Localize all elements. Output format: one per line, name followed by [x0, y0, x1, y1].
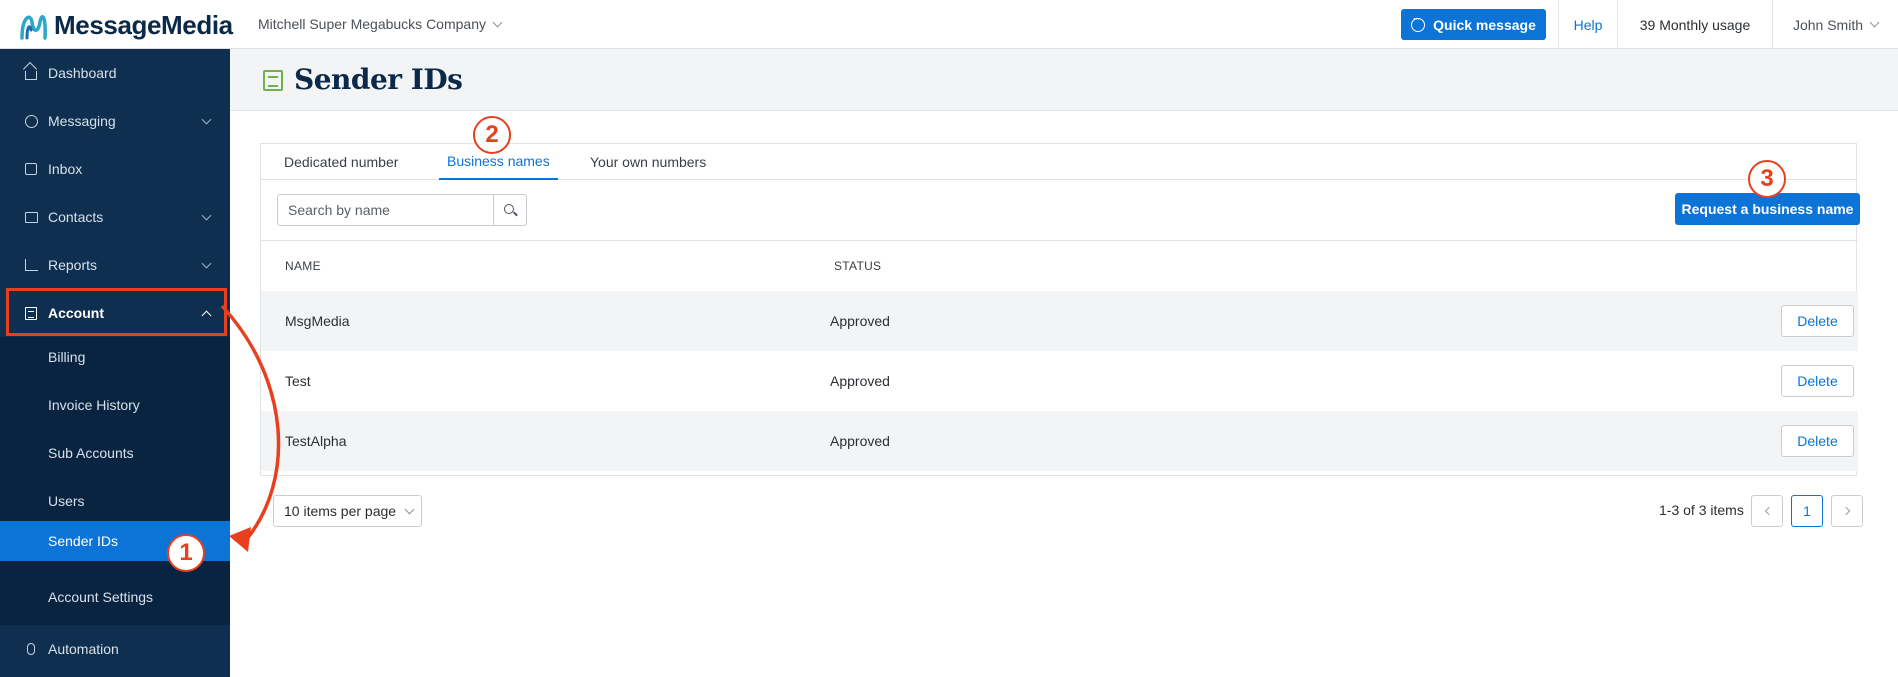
sidebar-item-messaging[interactable]: Messaging [0, 97, 230, 145]
chevron-down-icon [404, 504, 415, 514]
user-name: John Smith [1792, 16, 1864, 33]
subitem-label: Sub Accounts [48, 445, 134, 461]
annotation-step-1-badge: 1 [167, 534, 205, 572]
messagemedia-logo-icon [20, 15, 47, 40]
tab-your-own-numbers[interactable]: Your own numbers [590, 144, 706, 180]
search-button[interactable] [493, 195, 526, 225]
column-header-status[interactable]: STATUS [834, 259, 881, 273]
chat-bubble-icon [1411, 14, 1426, 32]
row-status: Approved [830, 433, 890, 449]
next-page-button[interactable] [1831, 495, 1863, 527]
sidebar-item-reports[interactable]: Reports [0, 241, 230, 289]
table-row: Test Approved Delete [261, 351, 1858, 411]
chevron-down-icon [1869, 17, 1880, 28]
search-input[interactable] [278, 195, 494, 225]
contacts-icon [24, 210, 38, 224]
sender-ids-panel: Dedicated number Business names Your own… [260, 143, 1860, 476]
items-per-page-select[interactable]: 10 items per page [273, 495, 422, 527]
column-header-name[interactable]: NAME [285, 259, 321, 273]
row-status: Approved [830, 313, 890, 329]
top-bar: MessageMedia Mitchell Super Megabucks Co… [0, 0, 1898, 49]
sidebar-subitem-users[interactable]: Users [0, 481, 230, 521]
tab-dedicated-number[interactable]: Dedicated number [284, 144, 398, 180]
chevron-down-icon [201, 114, 212, 124]
user-menu[interactable]: John Smith [1772, 0, 1898, 49]
sidebar-item-label: Messaging [48, 113, 116, 129]
brand-logo[interactable]: MessageMedia [18, 8, 233, 42]
quick-message-button[interactable]: Quick message [1401, 9, 1546, 40]
delete-button[interactable]: Delete [1781, 365, 1854, 397]
sidebar-subitem-invoice-history[interactable]: Invoice History [0, 385, 230, 425]
sidebar-item-label: Automation [48, 641, 119, 657]
sidebar-item-label: Contacts [48, 209, 104, 225]
pagination-range: 1-3 of 3 items [1659, 502, 1744, 518]
company-switcher[interactable]: Mitchell Super Megabucks Company [258, 16, 503, 32]
automation-icon [24, 642, 38, 656]
tab-label: Your own numbers [590, 154, 707, 170]
prev-page-button[interactable] [1751, 495, 1783, 527]
chat-bubble-icon [24, 114, 38, 128]
annotation-step-2-badge: 2 [473, 116, 511, 154]
sidebar-subitem-billing[interactable]: Billing [0, 337, 230, 377]
sidebar-item-contacts[interactable]: Contacts [0, 193, 230, 241]
annotation-highlight-box [6, 288, 227, 336]
list-icon [263, 70, 283, 91]
subitem-label: Billing [48, 349, 86, 365]
items-per-page-label: 10 items per page [284, 503, 397, 519]
brand-name: MessageMedia [54, 9, 233, 40]
sidebar-subitem-account-settings[interactable]: Account Settings [0, 577, 230, 617]
sidebar-item-label: Reports [48, 257, 98, 273]
sidebar-item-inbox[interactable]: Inbox [0, 145, 230, 193]
table-row: TestAlpha Approved Delete [261, 411, 1858, 471]
subitem-label: Invoice History [48, 397, 140, 413]
page-header: Sender IDs [230, 49, 1898, 111]
chevron-down-icon [492, 17, 503, 27]
subitem-label: Sender IDs [48, 533, 119, 549]
table-header: NAME STATUS [261, 240, 1858, 291]
sidebar-item-dashboard[interactable]: Dashboard [0, 49, 230, 97]
chart-icon [24, 258, 38, 272]
chevron-down-icon [201, 258, 212, 268]
subitem-label: Account Settings [48, 589, 154, 605]
home-icon [24, 66, 38, 80]
sidebar-item-label: Dashboard [48, 65, 117, 81]
chevron-left-icon [1764, 506, 1773, 516]
chevron-down-icon [201, 210, 212, 220]
help-label: Help [1573, 16, 1603, 33]
page-title: Sender IDs [294, 63, 463, 96]
main-content: Dedicated number Business names Your own… [230, 111, 1898, 677]
help-link[interactable]: Help [1558, 0, 1617, 49]
sidebar-item-automation[interactable]: Automation [0, 625, 230, 673]
annotation-step-3-badge: 3 [1748, 160, 1786, 198]
row-status: Approved [830, 373, 890, 389]
row-name: MsgMedia [285, 313, 350, 329]
sidebar-item-label: Inbox [48, 161, 83, 177]
delete-button[interactable]: Delete [1781, 425, 1854, 457]
page-number-button[interactable]: 1 [1791, 495, 1823, 527]
quick-message-label: Quick message [1433, 16, 1536, 33]
monthly-usage[interactable]: 39 Monthly usage [1617, 0, 1772, 49]
usage-label: 39 Monthly usage [1639, 16, 1751, 33]
sidebar-subitem-sub-accounts[interactable]: Sub Accounts [0, 433, 230, 473]
company-name: Mitchell Super Megabucks Company [258, 16, 486, 32]
inbox-icon [24, 162, 38, 176]
tab-label: Dedicated number [284, 154, 399, 170]
tab-label: Business names [447, 153, 550, 169]
row-name: TestAlpha [285, 433, 347, 449]
chevron-right-icon [1841, 506, 1850, 516]
row-name: Test [285, 373, 311, 389]
delete-button[interactable]: Delete [1781, 305, 1854, 337]
account-submenu: Billing Invoice History Sub Accounts Use… [0, 337, 230, 625]
table-row: MsgMedia Approved Delete [261, 291, 1858, 351]
search-box [277, 194, 527, 226]
sidebar: Dashboard Messaging Inbox Contacts Repor… [0, 49, 230, 677]
search-icon [504, 204, 515, 214]
subitem-label: Users [48, 493, 85, 509]
